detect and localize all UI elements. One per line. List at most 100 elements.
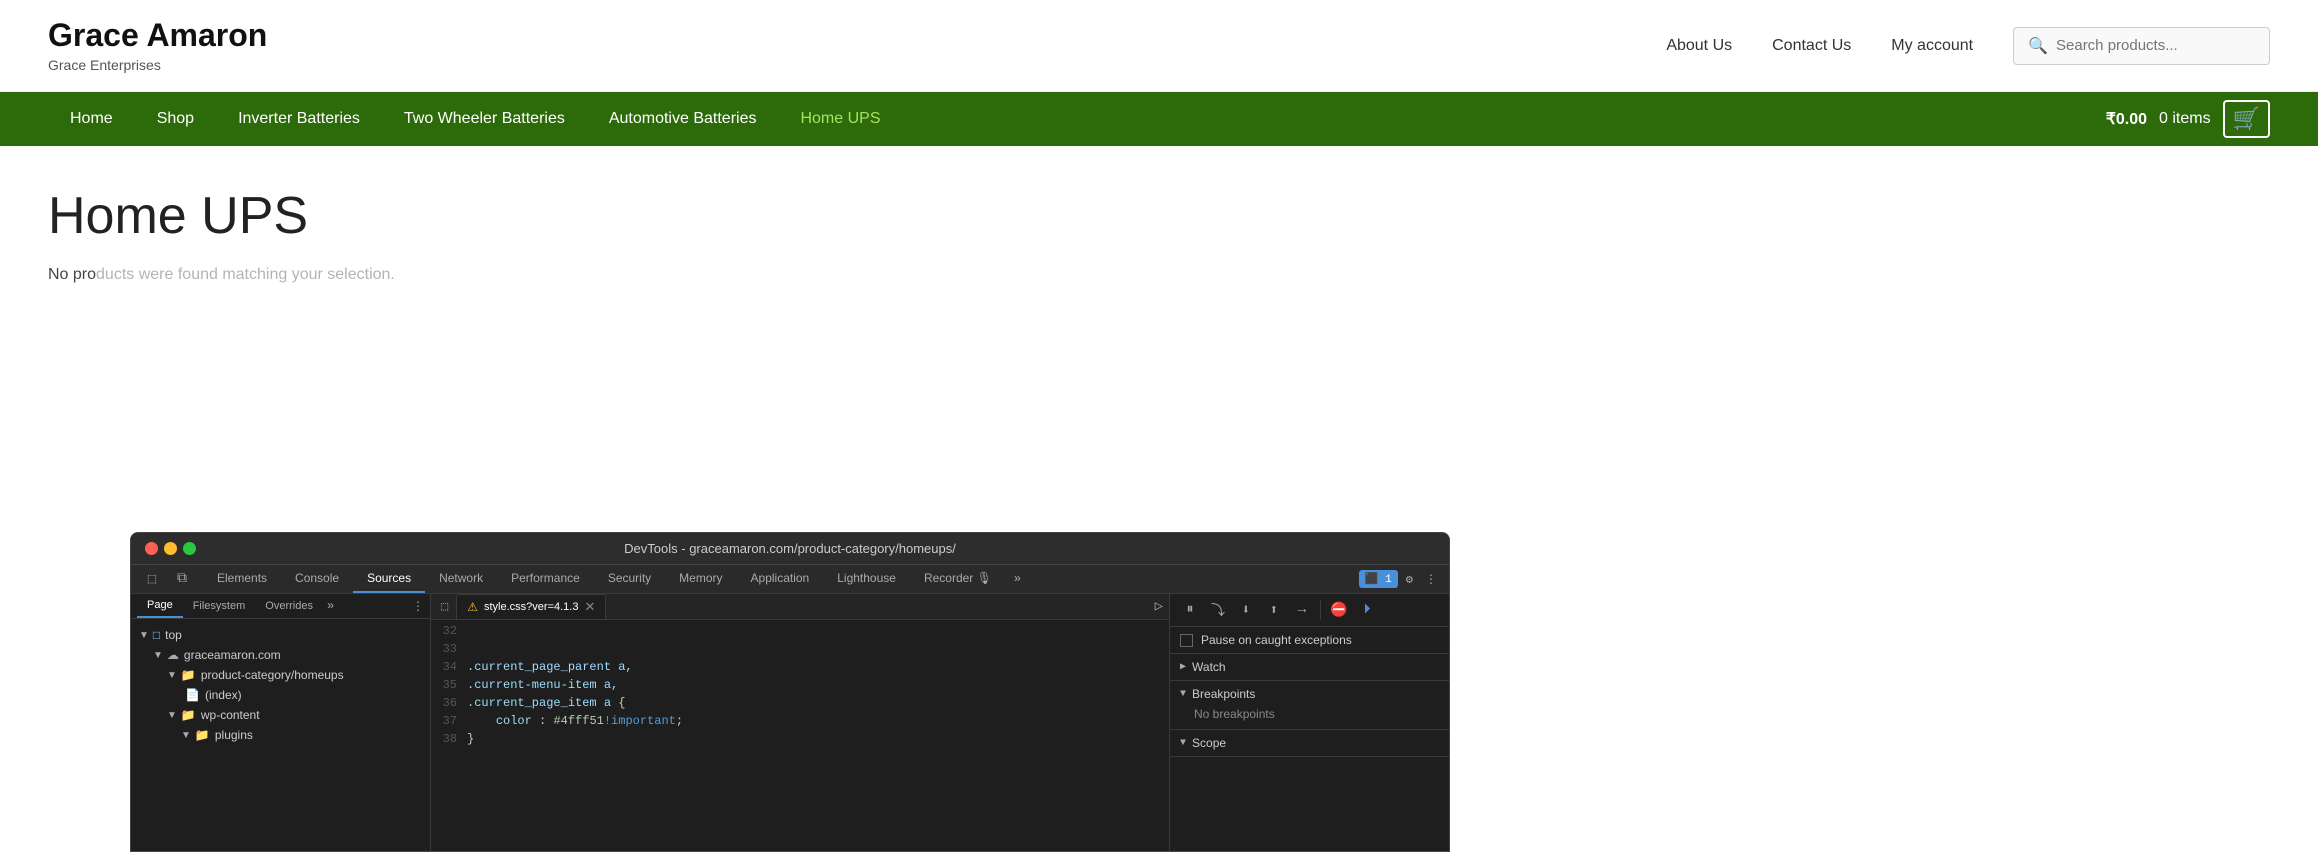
pause-button[interactable]: ⏸ — [1178, 598, 1202, 622]
left-tab-filesystem[interactable]: Filesystem — [183, 595, 256, 617]
tree-label: product-category/homeups — [201, 668, 344, 682]
line-num: 34 — [431, 660, 467, 674]
about-us-link[interactable]: About Us — [1666, 37, 1732, 55]
tree-item-wp-content[interactable]: ▼ 📁 wp-content — [131, 705, 430, 725]
file-tab-expand-icon[interactable]: ⬚ — [437, 595, 452, 618]
tab-performance[interactable]: Performance — [497, 565, 594, 593]
left-panel-options[interactable]: ⋮ — [412, 599, 424, 614]
no-products-text: No products were found matching your sel… — [48, 266, 2270, 284]
minimize-button[interactable] — [164, 542, 177, 555]
async-call-stacks-button[interactable]: ⏵ — [1355, 598, 1379, 622]
tree-item-plugins[interactable]: ▼ 📁 plugins — [131, 725, 430, 745]
page-content: Home UPS No products were found matching… — [0, 146, 2318, 324]
search-input[interactable] — [2056, 37, 2255, 54]
file-icon: 📄 — [185, 688, 200, 702]
scope-section-header[interactable]: ▼ Scope — [1180, 736, 1439, 750]
tab-application[interactable]: Application — [737, 565, 824, 593]
search-icon: 🔍 — [2028, 36, 2048, 56]
line-content: .current_page_item a { — [467, 696, 625, 710]
nav-two-wheeler-batteries[interactable]: Two Wheeler Batteries — [382, 92, 587, 146]
tabs-overflow[interactable]: » — [1006, 566, 1029, 592]
breakpoints-section-header[interactable]: ▼ Breakpoints — [1180, 687, 1439, 701]
left-tab-page[interactable]: Page — [137, 594, 183, 618]
main-nav: Home Shop Inverter Batteries Two Wheeler… — [0, 92, 2318, 146]
devtools-tabs-right: ⬛ 1 ⚙ ⋮ — [1359, 568, 1441, 591]
watch-section-header[interactable]: ▶ Watch — [1180, 660, 1439, 674]
cart-items-count: 0 items — [2159, 110, 2211, 128]
left-panel-tabs: Page Filesystem Overrides » ⋮ — [131, 594, 430, 619]
more-options-icon[interactable]: ⋮ — [1421, 568, 1441, 591]
toolbar-divider — [1320, 600, 1321, 620]
site-description: Grace Enterprises — [48, 57, 267, 73]
line-num: 37 — [431, 714, 467, 728]
pause-on-exceptions-row: Pause on caught exceptions — [1170, 627, 1449, 654]
contact-us-link[interactable]: Contact Us — [1772, 37, 1851, 55]
breakpoints-title: Breakpoints — [1192, 687, 1255, 701]
tree-label: (index) — [205, 688, 242, 702]
my-account-link[interactable]: My account — [1891, 37, 1973, 55]
deactivate-breakpoints-button[interactable]: ⛔ — [1327, 598, 1351, 622]
nav-shop[interactable]: Shop — [135, 92, 216, 146]
tree-arrow: ▼ — [167, 670, 177, 681]
close-button[interactable] — [145, 542, 158, 555]
watch-arrow: ▶ — [1180, 661, 1186, 673]
step-into-button[interactable]: ⬇ — [1234, 598, 1258, 622]
site-title: Grace Amaron — [48, 18, 267, 53]
line-num: 33 — [431, 642, 467, 656]
line-num: 36 — [431, 696, 467, 710]
devtools-tab-actions: ⬚ ⧉ — [139, 566, 195, 592]
warn-icon: ⚠ — [467, 600, 478, 614]
code-line-33: 33 — [431, 642, 1169, 660]
device-icon[interactable]: ⧉ — [169, 566, 195, 592]
breakpoints-section: ▼ Breakpoints No breakpoints — [1170, 681, 1449, 730]
tree-item-graceamaron[interactable]: ▼ ☁ graceamaron.com — [131, 645, 430, 665]
nav-home-ups[interactable]: Home UPS — [778, 92, 902, 146]
nav-links: Home Shop Inverter Batteries Two Wheeler… — [48, 92, 903, 146]
tab-security[interactable]: Security — [594, 565, 665, 593]
inspect-icon[interactable]: ⬚ — [139, 566, 165, 592]
folder-icon: □ — [153, 628, 160, 642]
nav-home[interactable]: Home — [48, 92, 135, 146]
step-out-button[interactable]: ⬆ — [1262, 598, 1286, 622]
tab-elements[interactable]: Elements — [203, 565, 281, 593]
step-button[interactable]: → — [1290, 598, 1314, 622]
tree-item-top[interactable]: ▼ □ top — [131, 625, 430, 645]
cloud-icon: ☁ — [167, 648, 179, 662]
left-tabs-overflow[interactable]: » — [327, 599, 334, 613]
pause-checkbox[interactable] — [1180, 634, 1193, 647]
tree-item-index[interactable]: 📄 (index) — [131, 685, 430, 705]
devtools-panel: DevTools - graceamaron.com/product-categ… — [130, 532, 1450, 852]
cart-icon[interactable]: 🛒 — [2223, 100, 2270, 138]
nav-inverter-batteries[interactable]: Inverter Batteries — [216, 92, 382, 146]
nav-automotive-batteries[interactable]: Automotive Batteries — [587, 92, 779, 146]
tab-console[interactable]: Console — [281, 565, 353, 593]
cart-amount: ₹0.00 — [2106, 109, 2147, 129]
left-tab-overrides[interactable]: Overrides — [255, 595, 323, 617]
folder-icon: 📁 — [181, 708, 196, 722]
tree-item-product-category[interactable]: ▼ 📁 product-category/homeups — [131, 665, 430, 685]
tree-label: plugins — [215, 728, 253, 742]
tab-lighthouse[interactable]: Lighthouse — [823, 565, 910, 593]
watch-title: Watch — [1192, 660, 1226, 674]
file-tab-style-css[interactable]: ⚠ style.css?ver=4.1.3 ✕ — [456, 594, 606, 619]
run-button-area: ▷ — [1155, 598, 1163, 615]
run-icon[interactable]: ▷ — [1155, 598, 1163, 615]
traffic-lights — [145, 542, 196, 555]
tab-recorder[interactable]: Recorder 🎙 — [910, 565, 1006, 593]
tab-memory[interactable]: Memory — [665, 565, 736, 593]
file-tabs-bar: ⬚ ⚠ style.css?ver=4.1.3 ✕ ▷ — [431, 594, 1169, 620]
file-tab-close[interactable]: ✕ — [584, 599, 595, 615]
tab-sources[interactable]: Sources — [353, 565, 425, 593]
maximize-button[interactable] — [183, 542, 196, 555]
tree-label: wp-content — [201, 708, 260, 722]
line-content: .current_page_parent a, — [467, 660, 633, 674]
tab-network[interactable]: Network — [425, 565, 497, 593]
tree-arrow: ▼ — [139, 630, 149, 641]
tree-arrow: ▼ — [167, 710, 177, 721]
file-tab-name: style.css?ver=4.1.3 — [484, 601, 578, 613]
settings-icon[interactable]: ⚙ — [1402, 568, 1417, 591]
search-box: 🔍 — [2013, 27, 2270, 65]
step-over-button[interactable]: ⤵ — [1206, 598, 1230, 622]
scope-section: ▼ Scope — [1170, 730, 1449, 757]
breakpoints-badge: ⬛ 1 — [1359, 570, 1398, 588]
